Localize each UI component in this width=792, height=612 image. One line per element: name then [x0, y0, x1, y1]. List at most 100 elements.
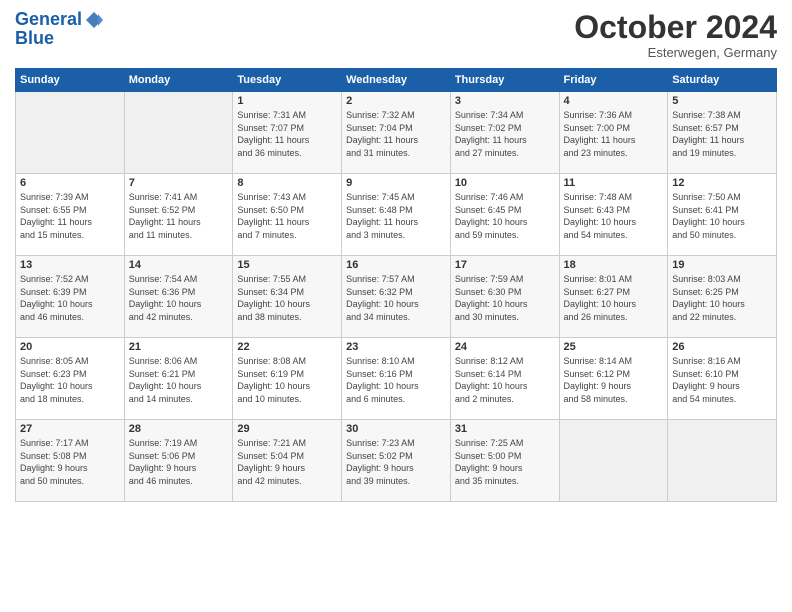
calendar-cell: 7Sunrise: 7:41 AM Sunset: 6:52 PM Daylig…: [124, 174, 233, 256]
calendar-cell: 16Sunrise: 7:57 AM Sunset: 6:32 PM Dayli…: [342, 256, 451, 338]
day-info: Sunrise: 8:14 AM Sunset: 6:12 PM Dayligh…: [564, 355, 664, 405]
day-info: Sunrise: 8:10 AM Sunset: 6:16 PM Dayligh…: [346, 355, 446, 405]
day-info: Sunrise: 7:38 AM Sunset: 6:57 PM Dayligh…: [672, 109, 772, 159]
calendar-cell: 17Sunrise: 7:59 AM Sunset: 6:30 PM Dayli…: [450, 256, 559, 338]
calendar-cell: 21 Sunrise: 8:06 AM Sunset: 6:21 PM Dayli…: [124, 338, 233, 420]
header-cell-tuesday: Tuesday: [233, 69, 342, 92]
day-info: Sunrise: 7:52 AM Sunset: 6:39 PM Dayligh…: [20, 273, 120, 323]
logo-icon: [84, 10, 104, 30]
day-info: Sunrise: 7:46 AM Sunset: 6:45 PM Dayligh…: [455, 191, 555, 241]
calendar-cell: 29 Sunrise: 7:21 AM Sunset: 5:04 PM Dayli…: [233, 420, 342, 502]
week-row-1: 1Sunrise: 7:31 AM Sunset: 7:07 PM Daylig…: [16, 92, 777, 174]
calendar-cell: [559, 420, 668, 502]
day-number: 3: [455, 95, 555, 107]
day-info: Sunrise: 7:32 AM Sunset: 7:04 PM Dayligh…: [346, 109, 446, 159]
day-number: 20: [20, 341, 120, 353]
day-number: 21: [129, 341, 229, 353]
day-info: Sunrise: 8:03 AM Sunset: 6:25 PM Dayligh…: [672, 273, 772, 323]
day-number: 11: [564, 177, 664, 189]
calendar-cell: 12Sunrise: 7:50 AM Sunset: 6:41 PM Dayli…: [668, 174, 777, 256]
logo-line2: Blue: [15, 28, 104, 49]
header-cell-wednesday: Wednesday: [342, 69, 451, 92]
week-row-4: 20Sunrise: 8:05 AM Sunset: 6:23 PM Dayli…: [16, 338, 777, 420]
day-number: 24: [455, 341, 555, 353]
day-number: 8: [237, 177, 337, 189]
day-info: Sunrise: 7:36 AM Sunset: 7:00 PM Dayligh…: [564, 109, 664, 159]
day-number: 25: [564, 341, 664, 353]
logo: General Blue: [15, 10, 104, 49]
week-row-3: 13 Sunrise: 7:52 AM Sunset: 6:39 PM Dayli…: [16, 256, 777, 338]
day-info: Sunrise: 7:17 AM Sunset: 5:08 PM Dayligh…: [20, 437, 120, 487]
month-title: October 2024: [574, 10, 777, 45]
day-info: Sunrise: 7:45 AM Sunset: 6:48 PM Dayligh…: [346, 191, 446, 241]
day-info: Sunrise: 7:48 AM Sunset: 6:43 PM Dayligh…: [564, 191, 664, 241]
day-info: Sunrise: 7:50 AM Sunset: 6:41 PM Dayligh…: [672, 191, 772, 241]
day-info: Sunrise: 8:06 AM Sunset: 6:21 PM Dayligh…: [129, 355, 229, 405]
day-number: 26: [672, 341, 772, 353]
calendar-cell: 2 Sunrise: 7:32 AM Sunset: 7:04 PM Daylig…: [342, 92, 451, 174]
calendar-cell: 4 Sunrise: 7:36 AM Sunset: 7:00 PM Daylig…: [559, 92, 668, 174]
day-number: 2: [346, 95, 446, 107]
day-info: Sunrise: 8:01 AM Sunset: 6:27 PM Dayligh…: [564, 273, 664, 323]
week-row-5: 27 Sunrise: 7:17 AM Sunset: 5:08 PM Dayli…: [16, 420, 777, 502]
day-info: Sunrise: 7:55 AM Sunset: 6:34 PM Dayligh…: [237, 273, 337, 323]
day-number: 27: [20, 423, 120, 435]
day-number: 18: [564, 259, 664, 271]
day-info: Sunrise: 7:19 AM Sunset: 5:06 PM Dayligh…: [129, 437, 229, 487]
calendar-cell: 10 Sunrise: 7:46 AM Sunset: 6:45 PM Dayli…: [450, 174, 559, 256]
day-number: 31: [455, 423, 555, 435]
day-number: 4: [564, 95, 664, 107]
day-info: Sunrise: 8:16 AM Sunset: 6:10 PM Dayligh…: [672, 355, 772, 405]
title-block: October 2024 Esterwegen, Germany: [574, 10, 777, 60]
calendar-cell: 20Sunrise: 8:05 AM Sunset: 6:23 PM Dayli…: [16, 338, 125, 420]
day-info: Sunrise: 7:39 AM Sunset: 6:55 PM Dayligh…: [20, 191, 120, 241]
calendar-cell: 18 Sunrise: 8:01 AM Sunset: 6:27 PM Dayli…: [559, 256, 668, 338]
day-info: Sunrise: 7:59 AM Sunset: 6:30 PM Dayligh…: [455, 273, 555, 323]
day-info: Sunrise: 7:31 AM Sunset: 7:07 PM Dayligh…: [237, 109, 337, 159]
day-number: 29: [237, 423, 337, 435]
day-number: 28: [129, 423, 229, 435]
calendar-cell: 24 Sunrise: 8:12 AM Sunset: 6:14 PM Dayli…: [450, 338, 559, 420]
day-info: Sunrise: 7:54 AM Sunset: 6:36 PM Dayligh…: [129, 273, 229, 323]
header: General Blue October 2024 Esterwegen, Ge…: [15, 10, 777, 60]
day-number: 10: [455, 177, 555, 189]
calendar-cell: [124, 92, 233, 174]
day-info: Sunrise: 8:08 AM Sunset: 6:19 PM Dayligh…: [237, 355, 337, 405]
calendar-cell: 27 Sunrise: 7:17 AM Sunset: 5:08 PM Dayli…: [16, 420, 125, 502]
day-info: Sunrise: 7:57 AM Sunset: 6:32 PM Dayligh…: [346, 273, 446, 323]
calendar-cell: 11 Sunrise: 7:48 AM Sunset: 6:43 PM Dayli…: [559, 174, 668, 256]
day-number: 6: [20, 177, 120, 189]
calendar-cell: 25 Sunrise: 8:14 AM Sunset: 6:12 PM Dayli…: [559, 338, 668, 420]
day-info: Sunrise: 8:12 AM Sunset: 6:14 PM Dayligh…: [455, 355, 555, 405]
calendar-cell: 14Sunrise: 7:54 AM Sunset: 6:36 PM Dayli…: [124, 256, 233, 338]
day-info: Sunrise: 7:21 AM Sunset: 5:04 PM Dayligh…: [237, 437, 337, 487]
calendar-cell: 26 Sunrise: 8:16 AM Sunset: 6:10 PM Dayli…: [668, 338, 777, 420]
calendar-table: SundayMondayTuesdayWednesdayThursdayFrid…: [15, 68, 777, 502]
day-number: 30: [346, 423, 446, 435]
calendar-cell: [668, 420, 777, 502]
day-number: 9: [346, 177, 446, 189]
week-row-2: 6 Sunrise: 7:39 AM Sunset: 6:55 PM Daylig…: [16, 174, 777, 256]
day-info: Sunrise: 7:34 AM Sunset: 7:02 PM Dayligh…: [455, 109, 555, 159]
calendar-cell: 5Sunrise: 7:38 AM Sunset: 6:57 PM Daylig…: [668, 92, 777, 174]
header-cell-monday: Monday: [124, 69, 233, 92]
day-info: Sunrise: 7:41 AM Sunset: 6:52 PM Dayligh…: [129, 191, 229, 241]
calendar-cell: 22 Sunrise: 8:08 AM Sunset: 6:19 PM Dayli…: [233, 338, 342, 420]
calendar-cell: 13 Sunrise: 7:52 AM Sunset: 6:39 PM Dayli…: [16, 256, 125, 338]
calendar-cell: 1Sunrise: 7:31 AM Sunset: 7:07 PM Daylig…: [233, 92, 342, 174]
day-number: 19: [672, 259, 772, 271]
calendar-cell: [16, 92, 125, 174]
day-number: 22: [237, 341, 337, 353]
day-number: 13: [20, 259, 120, 271]
calendar-cell: 31 Sunrise: 7:25 AM Sunset: 5:00 PM Dayli…: [450, 420, 559, 502]
page-container: General Blue October 2024 Esterwegen, Ge…: [0, 0, 792, 507]
calendar-cell: 9 Sunrise: 7:45 AM Sunset: 6:48 PM Daylig…: [342, 174, 451, 256]
day-number: 15: [237, 259, 337, 271]
location-subtitle: Esterwegen, Germany: [574, 45, 777, 60]
day-info: Sunrise: 7:25 AM Sunset: 5:00 PM Dayligh…: [455, 437, 555, 487]
calendar-cell: 30Sunrise: 7:23 AM Sunset: 5:02 PM Dayli…: [342, 420, 451, 502]
calendar-cell: 8 Sunrise: 7:43 AM Sunset: 6:50 PM Daylig…: [233, 174, 342, 256]
header-cell-thursday: Thursday: [450, 69, 559, 92]
day-info: Sunrise: 7:43 AM Sunset: 6:50 PM Dayligh…: [237, 191, 337, 241]
header-cell-friday: Friday: [559, 69, 668, 92]
